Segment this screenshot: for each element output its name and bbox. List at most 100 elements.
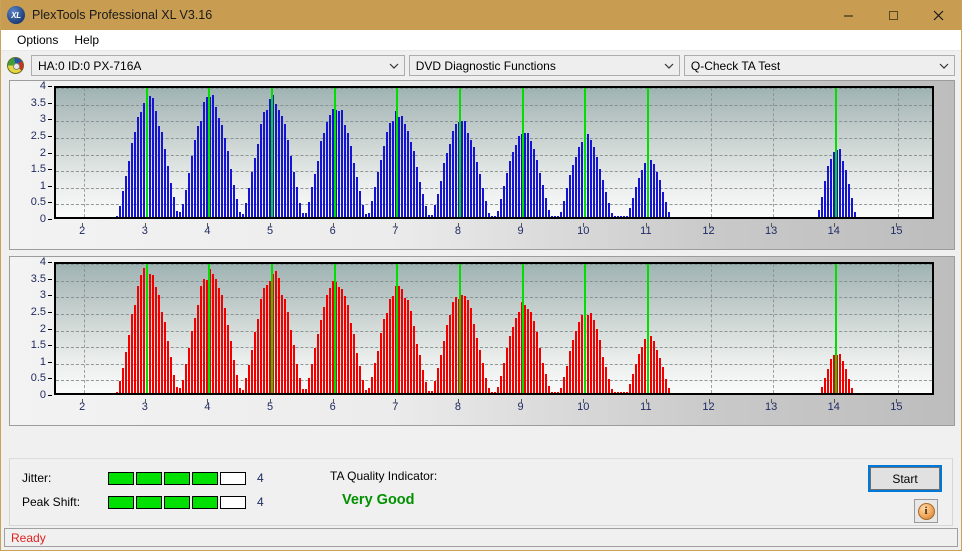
chart-marker-line: [333, 264, 336, 393]
y-axis-tick: [48, 135, 52, 137]
minimize-icon[interactable]: [826, 0, 871, 30]
y-axis-label: 0: [39, 389, 46, 401]
peak-shift-label: Peak Shift:: [22, 495, 81, 509]
x-axis-tick: [207, 223, 209, 227]
y-axis-label: 2: [39, 146, 46, 159]
chart-marker-line: [646, 264, 649, 393]
y-axis-label: 0.5: [30, 372, 46, 385]
results-panel: Jitter: 4 Peak Shift: 4 TA Quality Indic…: [9, 458, 953, 526]
y-axis-tick: [48, 152, 52, 154]
x-axis-tick: [332, 223, 334, 227]
drive-select[interactable]: HA:0 ID:0 PX-716A: [31, 55, 405, 76]
meter-segment: [136, 495, 162, 509]
meter-segment: [220, 471, 246, 485]
x-axis-tick: [833, 399, 835, 403]
chart-marker-line: [208, 264, 211, 393]
y-axis-label: 1.5: [30, 163, 46, 176]
peak-shift-chart-panel: 0 0.5 1 1.5 2 2.5 3 3.5 4 2 3 4 5 6 7 8 9 10 11 12 13 14 15: [9, 256, 955, 426]
y-axis-tick: [48, 328, 52, 330]
x-axis-tick: [896, 399, 898, 403]
info-icon: i: [917, 502, 935, 520]
chevron-down-icon: [661, 63, 677, 69]
y-axis-tick: [48, 119, 52, 121]
y-axis-label: 0: [39, 213, 46, 225]
x-axis-tick: [395, 399, 397, 403]
charts-area: 0 0.5 1 1.5 2 2.5 3 3.5 4 2 3 4 5 6 7 8 9 10 11 12 13 14 15 0…: [1, 80, 961, 426]
y-axis-tick: [48, 202, 52, 204]
info-button[interactable]: i: [914, 499, 938, 523]
xl-disc-icon: XL: [7, 6, 25, 24]
menu-bar: Options Help: [1, 30, 961, 51]
x-axis-tick: [708, 223, 710, 227]
optical-disc-icon: [7, 57, 24, 74]
jitter-label: Jitter:: [22, 471, 52, 485]
ta-quality-label: TA Quality Indicator:: [330, 469, 438, 483]
menu-item-help[interactable]: Help: [66, 31, 107, 49]
y-axis-tick: [48, 378, 52, 380]
x-axis-tick: [457, 399, 459, 403]
chart-marker-line: [458, 264, 461, 393]
y-axis-tick: [48, 295, 52, 297]
x-axis-tick: [270, 399, 272, 403]
meter-segment: [164, 471, 190, 485]
close-icon[interactable]: [916, 0, 961, 30]
drive-select-label: HA:0 ID:0 PX-716A: [38, 58, 142, 73]
jitter-value: 4: [257, 471, 264, 485]
y-axis-label: 3: [39, 113, 46, 126]
x-axis-tick: [583, 223, 585, 227]
x-axis-tick: [771, 399, 773, 403]
y-axis-tick: [48, 278, 52, 280]
chart-marker-line: [145, 88, 148, 217]
x-axis-tick: [583, 399, 585, 403]
y-axis-label: 4: [39, 80, 46, 92]
chart-marker-line: [834, 88, 837, 217]
chevron-down-icon: [386, 63, 402, 69]
jitter-meter: [108, 471, 246, 485]
meter-segment: [192, 471, 218, 485]
peak-shift-meter: [108, 495, 246, 509]
chart-marker-line: [458, 88, 461, 217]
peak-shift-chart-y-axis: 0 0.5 1 1.5 2 2.5 3 3.5 4: [10, 257, 52, 401]
ta-quality-value: Very Good: [342, 492, 415, 508]
x-axis-tick: [708, 399, 710, 403]
y-axis-label: 1.5: [30, 339, 46, 352]
chart-marker-line: [584, 88, 587, 217]
jitter-chart-plot: [54, 86, 934, 219]
maximize-icon[interactable]: [871, 0, 916, 30]
function-select[interactable]: DVD Diagnostic Functions: [408, 55, 680, 76]
y-axis-tick: [48, 395, 52, 396]
chart-marker-line: [271, 88, 274, 217]
chart-marker-line: [584, 264, 587, 393]
x-axis-tick: [457, 223, 459, 227]
y-axis-tick: [48, 102, 52, 104]
x-axis-tick: [896, 223, 898, 227]
x-axis-tick: [144, 223, 146, 227]
start-button[interactable]: Start: [868, 465, 942, 492]
x-axis-tick: [833, 223, 835, 227]
x-axis-tick: [144, 399, 146, 403]
y-axis-tick: [48, 185, 52, 187]
window-controls: [826, 0, 961, 30]
peak-shift-row: Peak Shift: 4: [22, 494, 264, 510]
chart-marker-line: [271, 264, 274, 393]
y-axis-label: 3.5: [30, 272, 46, 285]
chart-marker-line: [521, 88, 524, 217]
meter-segment: [136, 471, 162, 485]
chart-marker-line: [396, 88, 399, 217]
chart-marker-line: [834, 264, 837, 393]
test-select[interactable]: Q-Check TA Test: [683, 55, 955, 76]
x-axis-tick: [771, 223, 773, 227]
test-select-label: Q-Check TA Test: [690, 58, 781, 73]
x-axis-tick: [82, 399, 84, 403]
x-axis-tick: [520, 223, 522, 227]
title-bar: XL PlexTools Professional XL V3.16: [1, 0, 961, 30]
meter-segment: [220, 495, 246, 509]
function-select-label: DVD Diagnostic Functions: [415, 58, 556, 73]
window-title: PlexTools Professional XL V3.16: [32, 8, 213, 22]
y-axis-tick: [48, 361, 52, 363]
status-bar: Ready: [4, 528, 958, 547]
plextools-window: XL PlexTools Professional XL V3.16 Optio…: [0, 0, 962, 551]
menu-item-options[interactable]: Options: [9, 31, 66, 49]
y-axis-tick: [48, 169, 52, 171]
jitter-chart-x-axis: 2 3 4 5 6 7 8 9 10 11 12 13 14 15: [54, 223, 934, 243]
